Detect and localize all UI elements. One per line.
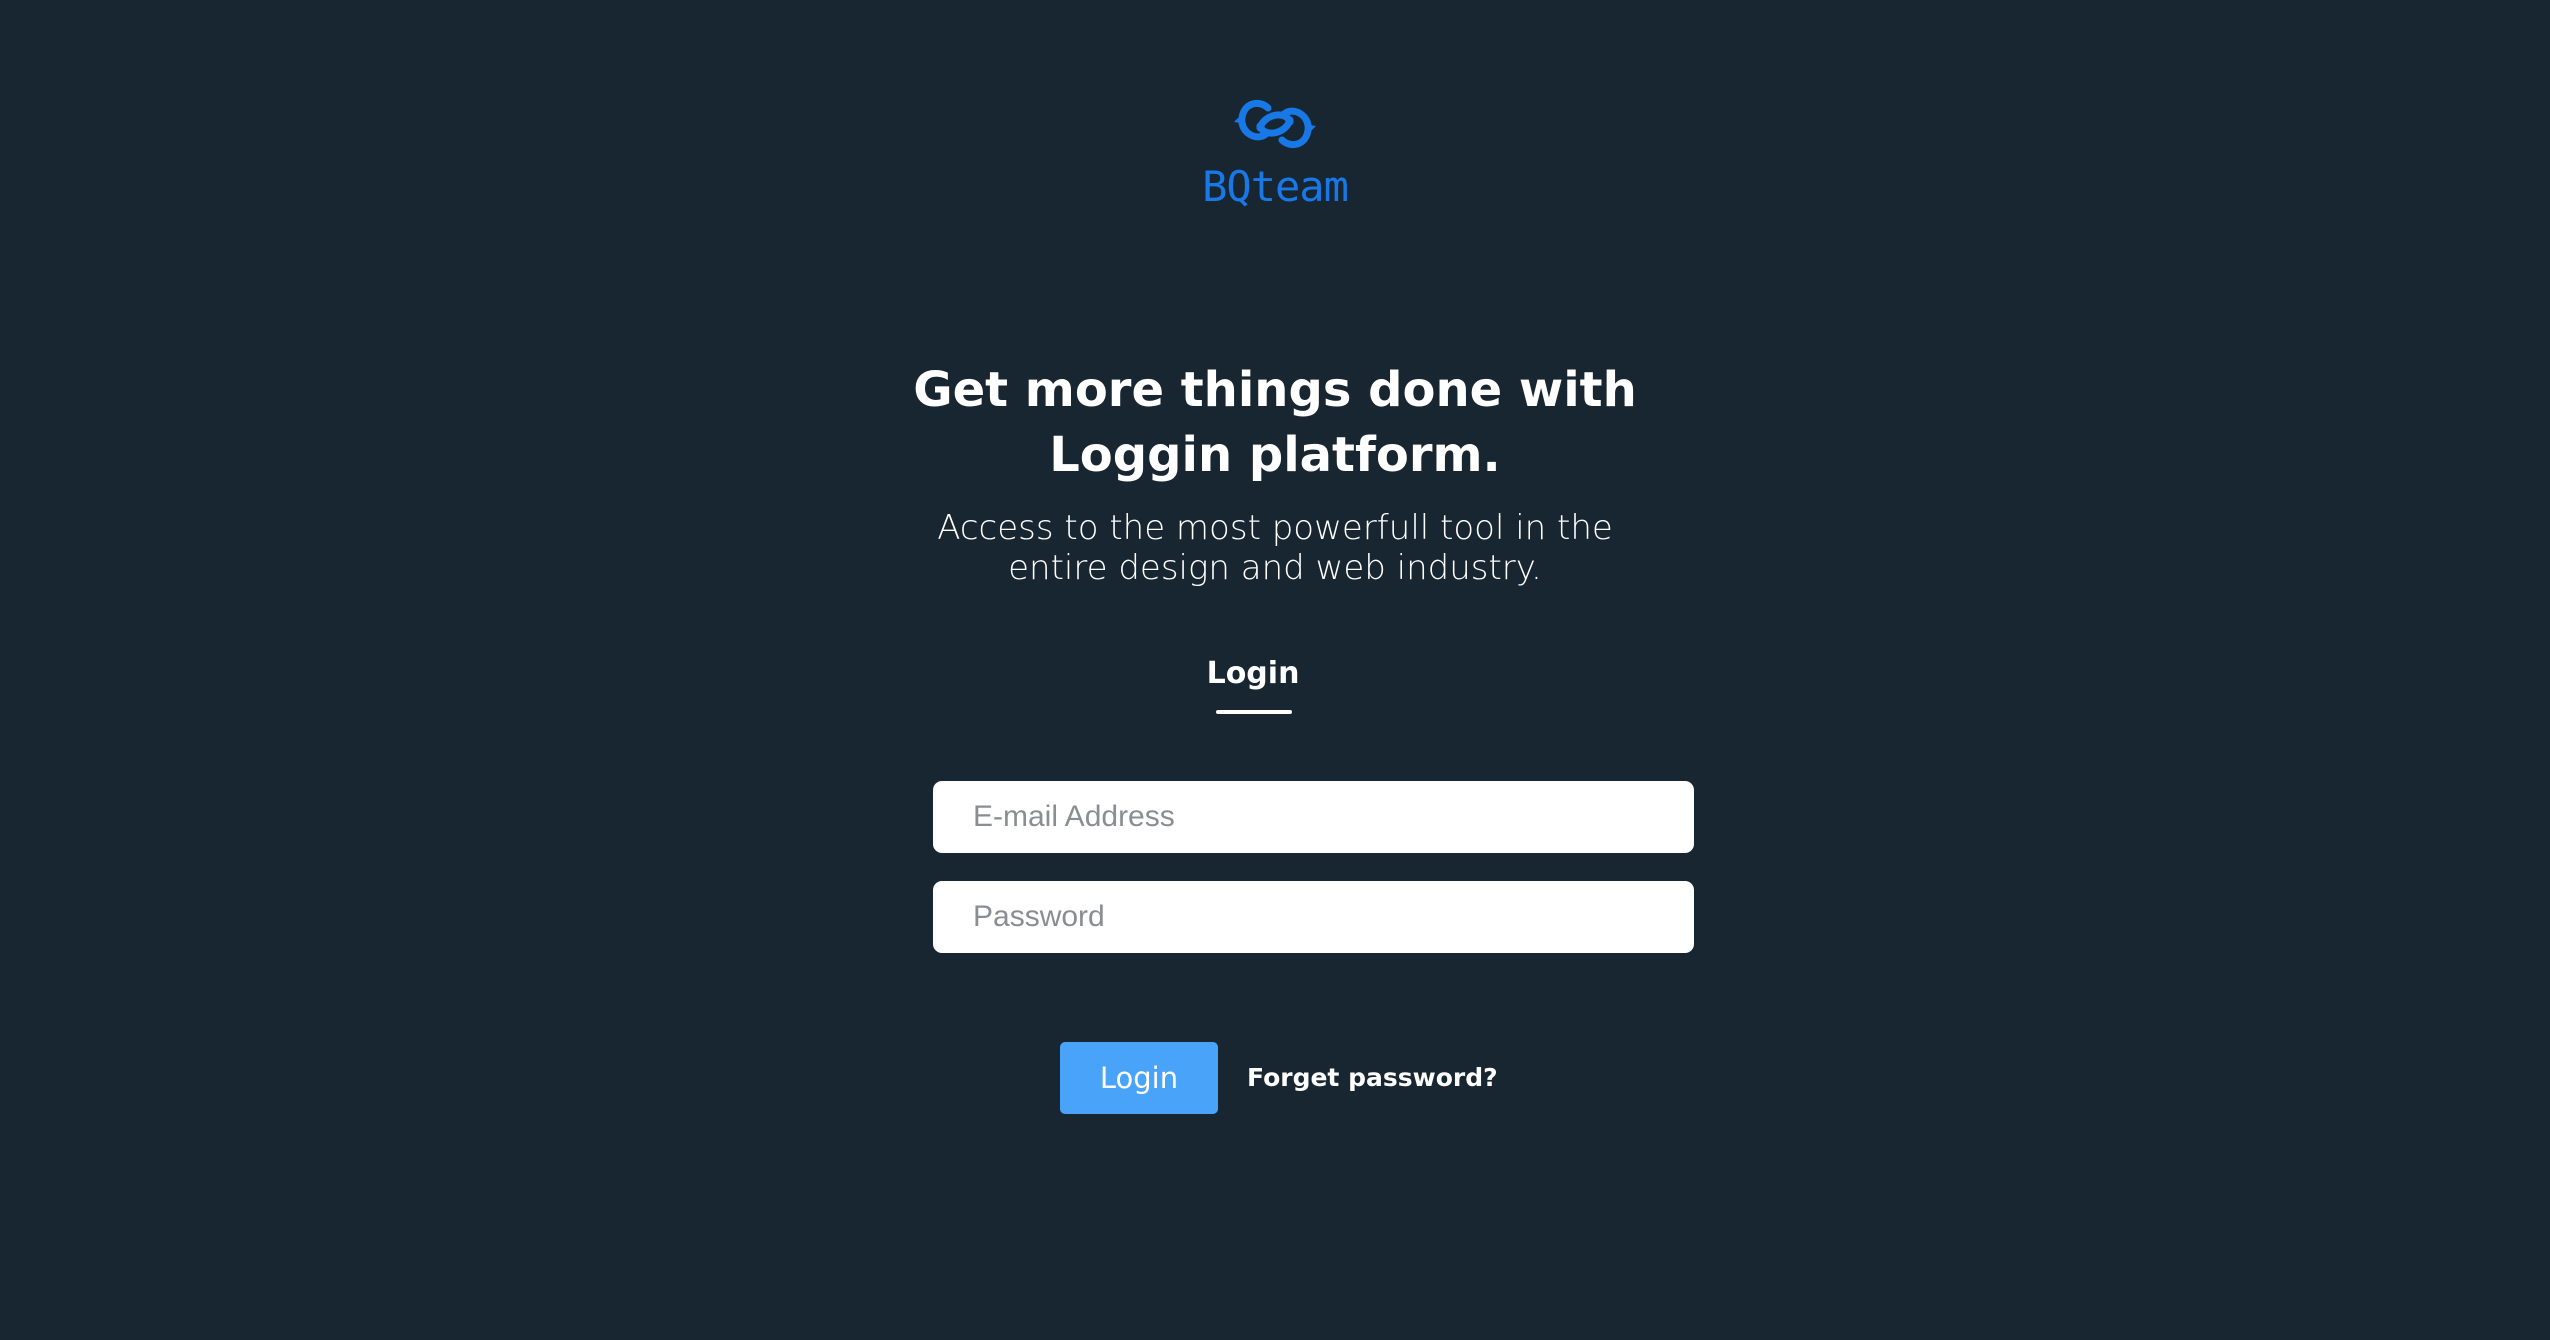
page-title-line-2: Loggin platform. — [1049, 427, 1501, 483]
tab-login[interactable]: Login — [1180, 652, 1326, 718]
linked-rings-icon — [1234, 99, 1316, 149]
page-subtitle-line-1: Access to the most powerfull tool in the — [937, 508, 1613, 548]
page-title: Get more things done with Loggin platfor… — [875, 358, 1675, 488]
tab-active-indicator — [1216, 710, 1292, 714]
tab-login-label: Login — [1206, 656, 1300, 691]
email-field[interactable] — [933, 781, 1694, 853]
forgot-password-link[interactable]: Forget password? — [1247, 1059, 1507, 1097]
page-subtitle: Access to the most powerfull tool in the… — [900, 508, 1650, 588]
login-button[interactable]: Login — [1060, 1042, 1218, 1114]
brand-name: BQteam — [1202, 162, 1349, 211]
page-title-line-1: Get more things done with — [913, 362, 1637, 418]
page-subtitle-line-2: entire design and web industry. — [1008, 548, 1542, 588]
password-field[interactable] — [933, 881, 1694, 953]
login-page: BQteam Get more things done with Loggin … — [0, 0, 2550, 1340]
brand-logo: BQteam — [1185, 92, 1365, 218]
